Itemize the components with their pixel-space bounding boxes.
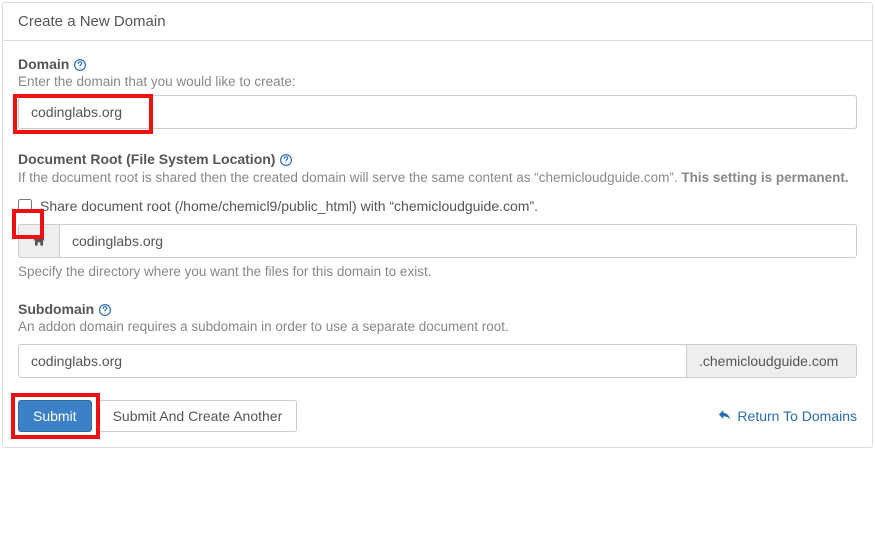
panel-title: Create a New Domain — [3, 3, 872, 41]
subdomain-input-group: .chemicloudguide.com — [18, 344, 857, 378]
domain-group: Domain Enter the domain that you would l… — [18, 56, 857, 129]
docroot-hint: Specify the directory where you want the… — [18, 264, 857, 279]
share-docroot-row[interactable]: Share document root (/home/chemicl9/publ… — [18, 198, 857, 214]
share-docroot-checkbox[interactable] — [18, 199, 32, 213]
docroot-path-group — [18, 224, 857, 258]
return-link-label: Return To Domains — [737, 408, 857, 424]
submit-create-another-button[interactable]: Submit And Create Another — [98, 400, 298, 432]
subdomain-label: Subdomain — [18, 301, 94, 317]
docroot-note-bold: This setting is permanent. — [681, 170, 848, 185]
home-icon — [18, 224, 59, 258]
question-circle-icon[interactable] — [98, 303, 112, 318]
docroot-group: Document Root (File System Location) If … — [18, 151, 857, 279]
docroot-path-input[interactable] — [59, 224, 857, 258]
share-docroot-label: Share document root (/home/chemicl9/publ… — [40, 198, 538, 214]
domain-label: Domain — [18, 56, 69, 72]
return-to-domains-link[interactable]: Return To Domains — [717, 407, 857, 425]
reply-arrow-icon — [717, 407, 732, 425]
docroot-note: If the document root is shared then the … — [18, 169, 857, 188]
docroot-label: Document Root (File System Location) — [18, 151, 275, 167]
create-domain-panel: Create a New Domain Domain Enter the dom… — [2, 2, 873, 448]
subdomain-group: Subdomain An addon domain requires a sub… — [18, 301, 857, 378]
submit-button[interactable]: Submit — [18, 400, 92, 432]
docroot-note-prefix: If the document root is shared then the … — [18, 170, 681, 185]
subdomain-help-text: An addon domain requires a subdomain in … — [18, 319, 857, 334]
domain-input[interactable] — [18, 95, 857, 129]
actions-row: Submit Submit And Create Another Return … — [18, 400, 857, 432]
subdomain-input[interactable] — [18, 344, 687, 378]
subdomain-suffix: .chemicloudguide.com — [687, 344, 857, 378]
domain-help-text: Enter the domain that you would like to … — [18, 74, 857, 89]
question-circle-icon[interactable] — [279, 153, 293, 168]
question-circle-icon[interactable] — [73, 58, 87, 73]
